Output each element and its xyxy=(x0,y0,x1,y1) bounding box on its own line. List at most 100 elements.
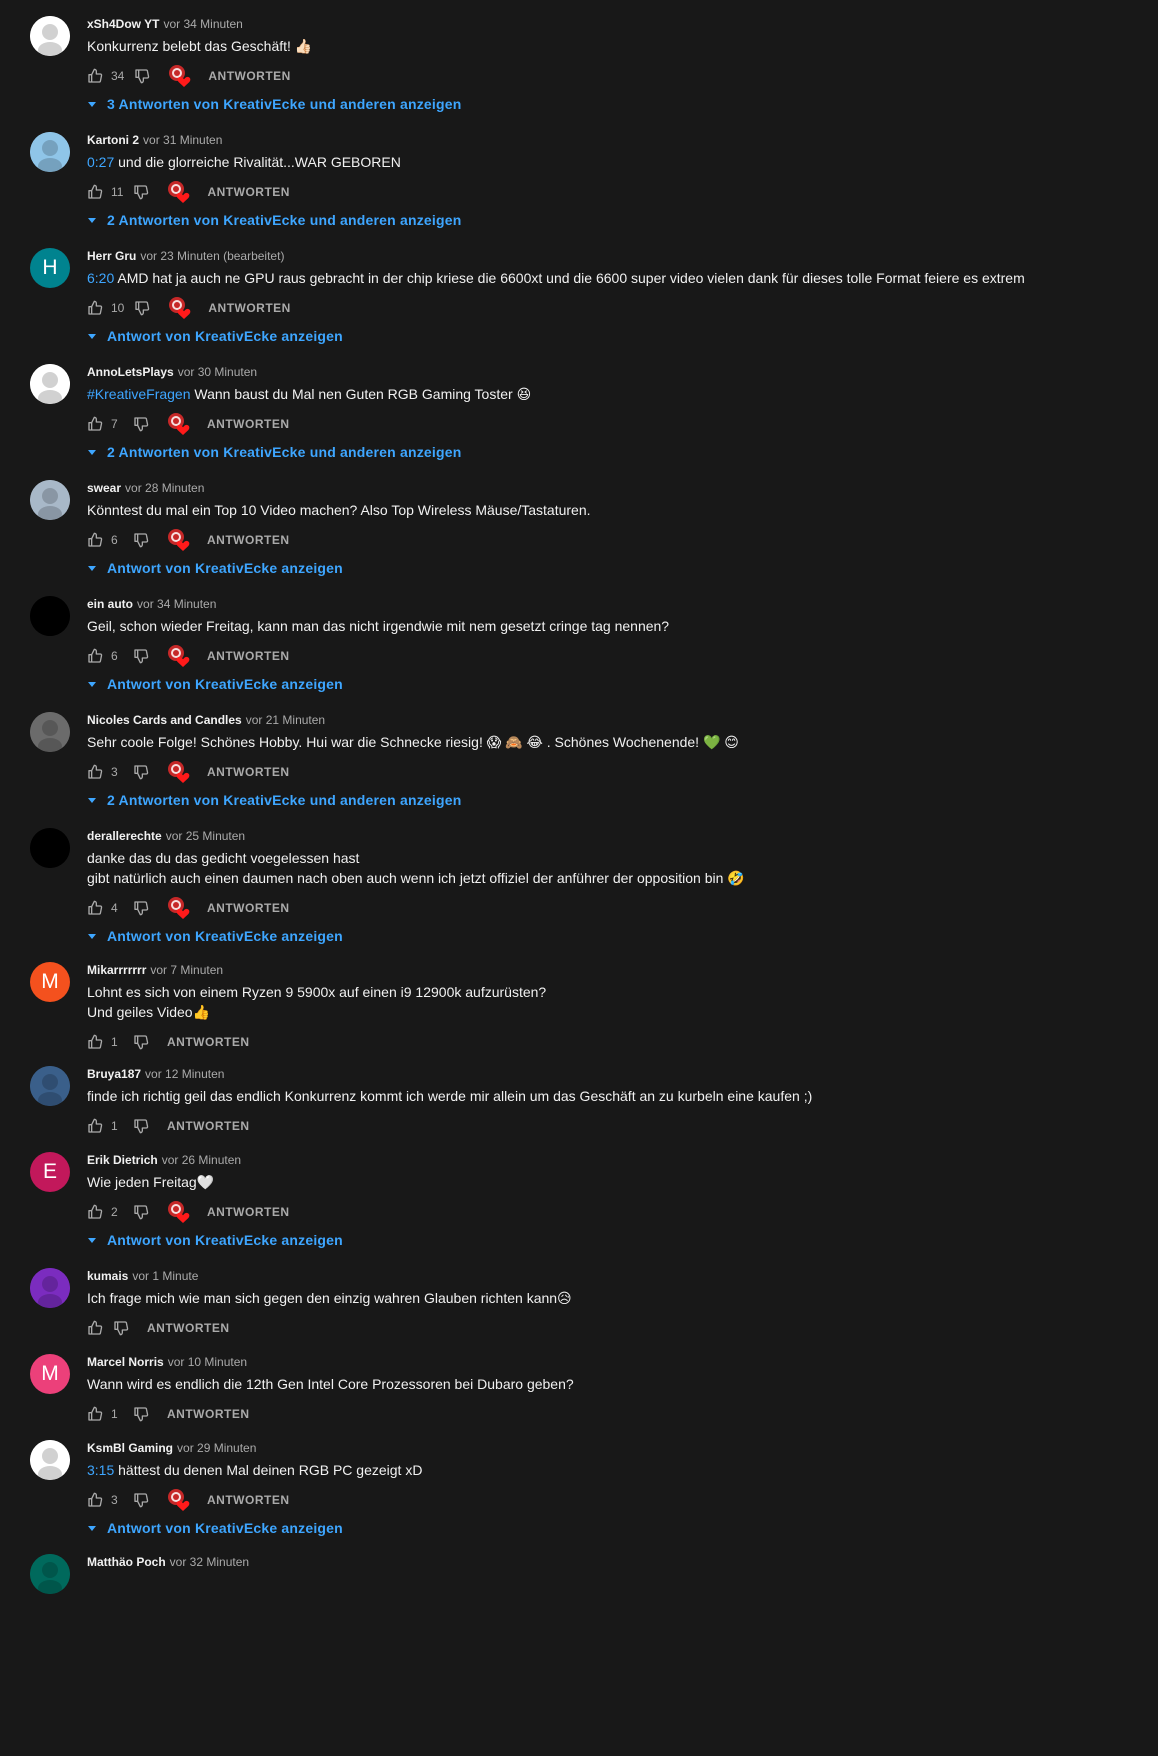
comment-time[interactable]: vor 34 Minuten xyxy=(163,17,242,31)
reply-button[interactable]: ANTWORTEN xyxy=(167,1115,250,1137)
view-replies-button[interactable]: 2 Antworten von KreativEcke und anderen … xyxy=(87,442,1150,462)
author-name[interactable]: Bruya187 xyxy=(87,1067,141,1081)
view-replies-button[interactable]: Antwort von KreativEcke anzeigen xyxy=(87,1230,1150,1250)
avatar[interactable]: M xyxy=(30,962,70,1002)
comment-time[interactable]: vor 29 Minuten xyxy=(177,1441,256,1455)
thumbs-up-icon[interactable] xyxy=(87,1406,103,1422)
avatar[interactable] xyxy=(30,1440,70,1480)
hashtag-link[interactable]: #KreativeFragen xyxy=(87,386,191,402)
comment-time[interactable]: vor 21 Minuten xyxy=(246,713,325,727)
avatar[interactable] xyxy=(30,1268,70,1308)
timestamp-link[interactable]: 3:15 xyxy=(87,1462,114,1478)
thumbs-down-icon[interactable] xyxy=(134,68,150,84)
author-name[interactable]: AnnoLetsPlays xyxy=(87,365,174,379)
author-name[interactable]: Nicoles Cards and Candles xyxy=(87,713,242,727)
thumbs-down-icon[interactable] xyxy=(133,184,149,200)
avatar[interactable] xyxy=(30,596,70,636)
thumbs-up-icon[interactable] xyxy=(87,300,103,316)
thumbs-down-icon[interactable] xyxy=(133,900,149,916)
reply-button[interactable]: ANTWORTEN xyxy=(207,645,290,667)
author-name[interactable]: KsmBl Gaming xyxy=(87,1441,173,1455)
avatar[interactable] xyxy=(30,480,70,520)
view-replies-button[interactable]: Antwort von KreativEcke anzeigen xyxy=(87,926,1150,946)
thumbs-up-icon[interactable] xyxy=(87,1320,103,1336)
thumbs-down-icon[interactable] xyxy=(133,1034,149,1050)
reply-button[interactable]: ANTWORTEN xyxy=(207,529,290,551)
reply-button[interactable]: ANTWORTEN xyxy=(208,297,291,319)
avatar[interactable] xyxy=(30,712,70,752)
thumbs-up-icon[interactable] xyxy=(87,1204,103,1220)
view-replies-button[interactable]: 3 Antworten von KreativEcke und anderen … xyxy=(87,94,1150,114)
thumbs-down-icon[interactable] xyxy=(133,1204,149,1220)
author-name[interactable]: ein auto xyxy=(87,597,133,611)
author-name[interactable]: kumais xyxy=(87,1269,128,1283)
comment-time[interactable]: vor 34 Minuten xyxy=(137,597,216,611)
author-name[interactable]: Erik Dietrich xyxy=(87,1153,158,1167)
thumbs-down-icon[interactable] xyxy=(134,300,150,316)
view-replies-button[interactable]: Antwort von KreativEcke anzeigen xyxy=(87,1518,1150,1538)
author-name[interactable]: xSh4Dow YT xyxy=(87,17,159,31)
reply-button[interactable]: ANTWORTEN xyxy=(207,181,290,203)
author-name[interactable]: Matthäo Poch xyxy=(87,1555,166,1569)
thumbs-up-icon[interactable] xyxy=(87,1034,103,1050)
avatar[interactable] xyxy=(30,364,70,404)
avatar[interactable]: H xyxy=(30,248,70,288)
reply-button[interactable]: ANTWORTEN xyxy=(207,761,290,783)
thumbs-down-icon[interactable] xyxy=(133,1118,149,1134)
comment-time[interactable]: vor 10 Minuten xyxy=(168,1355,247,1369)
comment-time[interactable]: vor 23 Minuten (bearbeitet) xyxy=(140,249,284,263)
comment-time[interactable]: vor 25 Minuten xyxy=(166,829,245,843)
reply-button[interactable]: ANTWORTEN xyxy=(207,1201,290,1223)
thumbs-up-icon[interactable] xyxy=(87,1492,103,1508)
thumbs-up-icon[interactable] xyxy=(87,184,103,200)
thumbs-up-icon[interactable] xyxy=(87,900,103,916)
author-name[interactable]: Marcel Norris xyxy=(87,1355,164,1369)
thumbs-up-icon[interactable] xyxy=(87,1118,103,1134)
reply-button[interactable]: ANTWORTEN xyxy=(207,897,290,919)
avatar[interactable]: M xyxy=(30,1354,70,1394)
thumbs-up-icon[interactable] xyxy=(87,68,103,84)
avatar[interactable] xyxy=(30,828,70,868)
thumbs-down-icon[interactable] xyxy=(133,532,149,548)
timestamp-link[interactable]: 0:27 xyxy=(87,154,114,170)
view-replies-button[interactable]: Antwort von KreativEcke anzeigen xyxy=(87,674,1150,694)
reply-button[interactable]: ANTWORTEN xyxy=(147,1317,230,1339)
comment-time[interactable]: vor 26 Minuten xyxy=(162,1153,241,1167)
avatar[interactable] xyxy=(30,1066,70,1106)
author-name[interactable]: Kartoni 2 xyxy=(87,133,139,147)
comment-time[interactable]: vor 12 Minuten xyxy=(145,1067,224,1081)
reply-button[interactable]: ANTWORTEN xyxy=(167,1403,250,1425)
view-replies-button[interactable]: 2 Antworten von KreativEcke und anderen … xyxy=(87,790,1150,810)
avatar[interactable] xyxy=(30,16,70,56)
comment-time[interactable]: vor 1 Minute xyxy=(132,1269,198,1283)
thumbs-down-icon[interactable] xyxy=(133,1406,149,1422)
thumbs-down-icon[interactable] xyxy=(133,416,149,432)
thumbs-down-icon[interactable] xyxy=(133,648,149,664)
view-replies-button[interactable]: Antwort von KreativEcke anzeigen xyxy=(87,326,1150,346)
thumbs-up-icon[interactable] xyxy=(87,764,103,780)
comment-time[interactable]: vor 31 Minuten xyxy=(143,133,222,147)
thumbs-up-icon[interactable] xyxy=(87,532,103,548)
comment-time[interactable]: vor 30 Minuten xyxy=(178,365,257,379)
timestamp-link[interactable]: 6:20 xyxy=(87,270,114,286)
author-name[interactable]: derallerechte xyxy=(87,829,162,843)
comment-time[interactable]: vor 28 Minuten xyxy=(125,481,204,495)
thumbs-down-icon[interactable] xyxy=(113,1320,129,1336)
thumbs-up-icon[interactable] xyxy=(87,416,103,432)
view-replies-button[interactable]: 2 Antworten von KreativEcke und anderen … xyxy=(87,210,1150,230)
avatar[interactable]: E xyxy=(30,1152,70,1192)
reply-button[interactable]: ANTWORTEN xyxy=(208,65,291,87)
reply-button[interactable]: ANTWORTEN xyxy=(207,1489,290,1511)
reply-button[interactable]: ANTWORTEN xyxy=(167,1031,250,1053)
thumbs-down-icon[interactable] xyxy=(133,1492,149,1508)
view-replies-button[interactable]: Antwort von KreativEcke anzeigen xyxy=(87,558,1150,578)
author-name[interactable]: Mikarrrrrrr xyxy=(87,963,146,977)
comment-time[interactable]: vor 32 Minuten xyxy=(170,1555,249,1569)
author-name[interactable]: Herr Gru xyxy=(87,249,136,263)
reply-button[interactable]: ANTWORTEN xyxy=(207,413,290,435)
thumbs-down-icon[interactable] xyxy=(133,764,149,780)
comment-time[interactable]: vor 7 Minuten xyxy=(150,963,223,977)
author-name[interactable]: swear xyxy=(87,481,121,495)
thumbs-up-icon[interactable] xyxy=(87,648,103,664)
avatar[interactable] xyxy=(30,1554,70,1594)
